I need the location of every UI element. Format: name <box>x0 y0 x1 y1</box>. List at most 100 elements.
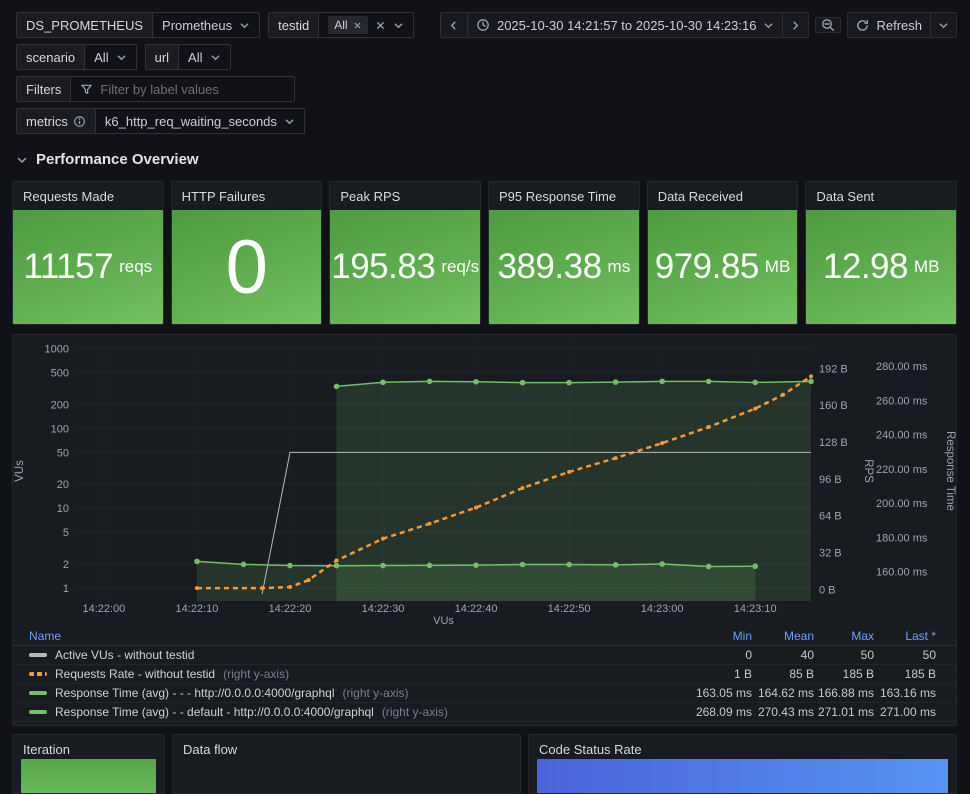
stat-body: 0 <box>171 210 322 324</box>
refresh-icon <box>856 19 869 32</box>
var-testid: testid All <box>268 12 414 38</box>
stat-value: 195.83 <box>331 247 436 286</box>
legend-col-min[interactable]: Min <box>690 629 752 643</box>
filters-input[interactable] <box>100 81 286 97</box>
url-picker[interactable]: All <box>179 45 229 69</box>
testid-picker[interactable]: All <box>319 13 412 37</box>
series-swatch <box>29 691 47 695</box>
stat-body: 12.98 MB <box>806 210 957 324</box>
code-status-rate-bar <box>537 759 948 793</box>
refresh-button[interactable]: Refresh <box>848 13 930 37</box>
legend-row-active-vus[interactable]: Active VUs - without testid 0 40 50 50 <box>13 646 956 665</box>
legend-row-response-time-2[interactable]: Response Time (avg) - - default - http:/… <box>13 703 956 722</box>
panel-title[interactable]: Peak RPS <box>330 182 480 210</box>
chevron-down-icon <box>284 116 295 127</box>
series-swatch <box>29 653 47 657</box>
clear-all-icon[interactable] <box>375 20 386 31</box>
metrics-value: k6_http_req_waiting_seconds <box>104 113 277 129</box>
legend-col-mean[interactable]: Mean <box>752 629 814 643</box>
close-icon[interactable] <box>353 21 362 30</box>
legend-last: 271.00 ms <box>879 705 936 719</box>
legend-min: 1 B <box>733 667 752 681</box>
svg-text:Response Time: Response Time <box>944 431 956 511</box>
zoom-out-button[interactable] <box>815 17 842 33</box>
panel-title[interactable]: P95 Response Time <box>489 182 639 210</box>
code-status-rate-panel: Code Status Rate <box>528 734 957 794</box>
stat-unit: MB <box>913 257 940 276</box>
stat-value: 0 <box>225 224 268 310</box>
filters-row: Filters <box>16 76 296 102</box>
section-performance-overview[interactable]: Performance Overview <box>16 151 199 168</box>
stat-body: 979.85 MB <box>647 210 798 324</box>
info-icon[interactable] <box>73 115 86 128</box>
svg-text:0 B: 0 B <box>819 584 836 596</box>
svg-text:200.00 ms: 200.00 ms <box>876 498 928 510</box>
chevron-down-icon <box>763 20 774 31</box>
timeseries-chart[interactable]: 1000 500 200 100 50 20 10 5 2 1 192 B 160 B 128 B 96 … <box>13 335 956 627</box>
legend-min: 163.05 ms <box>695 686 752 700</box>
refresh-interval-button[interactable] <box>930 13 956 37</box>
legend-row-response-time-1[interactable]: Response Time (avg) - - - http://0.0.0.0… <box>13 684 956 703</box>
filter-funnel-icon <box>80 83 93 96</box>
datasource-value: Prometheus <box>162 17 233 33</box>
legend-min: 268.09 ms <box>695 705 752 719</box>
svg-text:1000: 1000 <box>45 344 69 356</box>
stat-value: 12.98 <box>822 247 909 286</box>
legend-table: Name Min Mean Max Last * Active VUs - wi… <box>13 627 956 722</box>
stat-unit: MB <box>764 257 791 276</box>
panel-title[interactable]: HTTP Failures <box>172 182 322 210</box>
stats-row: Requests Made 11157 reqs HTTP Failures 0… <box>12 181 958 325</box>
legend-last: 163.16 ms <box>879 686 936 700</box>
datasource-picker[interactable]: Prometheus <box>153 13 259 37</box>
url-value: All <box>188 49 203 65</box>
svg-text:192 B: 192 B <box>819 363 848 375</box>
panel-title[interactable]: Requests Made <box>13 182 163 210</box>
legend-max: 185 B <box>842 667 874 681</box>
metrics-picker[interactable]: k6_http_req_waiting_seconds <box>96 109 304 133</box>
chevron-right-icon <box>790 20 801 31</box>
metrics-label: metrics <box>17 109 96 133</box>
legend-max: 166.88 ms <box>817 686 874 700</box>
time-forward-button[interactable] <box>782 13 809 37</box>
stat-unit: req/s <box>441 257 480 276</box>
legend-row-requests-rate[interactable]: Requests Rate - without testid (right y-… <box>13 665 956 684</box>
section-title: Performance Overview <box>36 151 199 168</box>
svg-text:64 B: 64 B <box>819 511 842 523</box>
time-back-button[interactable] <box>440 13 467 37</box>
var-datasource: DS_PROMETHEUS Prometheus <box>16 12 261 38</box>
stat-panel-peak-rps: Peak RPS 195.83 req/s <box>329 181 482 325</box>
testid-chip[interactable]: All <box>328 16 368 34</box>
legend-col-max[interactable]: Max <box>814 629 874 643</box>
iteration-bar <box>21 759 156 793</box>
scenario-picker[interactable]: All <box>85 45 135 69</box>
panel-title[interactable]: Data Received <box>648 182 798 210</box>
var-metrics: metrics k6_http_req_waiting_seconds <box>16 108 305 134</box>
series-axis-note: (right y-axis) <box>342 686 409 700</box>
legend-min: 0 <box>745 648 752 662</box>
scenario-label: scenario <box>17 45 86 69</box>
stat-panel-data-received: Data Received 979.85 MB <box>646 181 799 325</box>
legend-mean: 270.43 ms <box>757 705 814 719</box>
variables-row-2: scenario All url All <box>16 44 231 70</box>
metrics-row: metrics k6_http_req_waiting_seconds <box>16 108 305 134</box>
time-range-picker[interactable]: 2025-10-30 14:21:57 to 2025-10-30 14:23:… <box>466 13 783 37</box>
svg-text:220.00 ms: 220.00 ms <box>876 464 928 476</box>
chevron-left-icon <box>448 20 459 31</box>
legend-col-name[interactable]: Name <box>29 629 690 643</box>
clock-icon <box>476 18 490 32</box>
stat-panel-data-sent: Data Sent 12.98 MB <box>805 181 958 325</box>
series-name: Response Time (avg) - - - http://0.0.0.0… <box>55 686 335 700</box>
legend-col-last[interactable]: Last * <box>874 629 936 643</box>
var-scenario: scenario All <box>16 44 137 70</box>
svg-text:50: 50 <box>57 447 69 459</box>
series-name: Requests Rate - without testid <box>55 667 216 681</box>
panel-title[interactable]: Data flow <box>173 735 520 763</box>
adhoc-filters: Filters <box>16 76 296 102</box>
timeseries-panel: 1000 500 200 100 50 20 10 5 2 1 192 B 160 B 128 B 96 … <box>12 334 957 726</box>
svg-text:14:22:40: 14:22:40 <box>455 603 498 615</box>
svg-text:200: 200 <box>51 399 69 411</box>
panel-title[interactable]: Data Sent <box>806 182 956 210</box>
zoom-out-icon <box>821 18 835 32</box>
svg-text:10: 10 <box>57 503 69 515</box>
svg-text:1: 1 <box>63 583 69 595</box>
